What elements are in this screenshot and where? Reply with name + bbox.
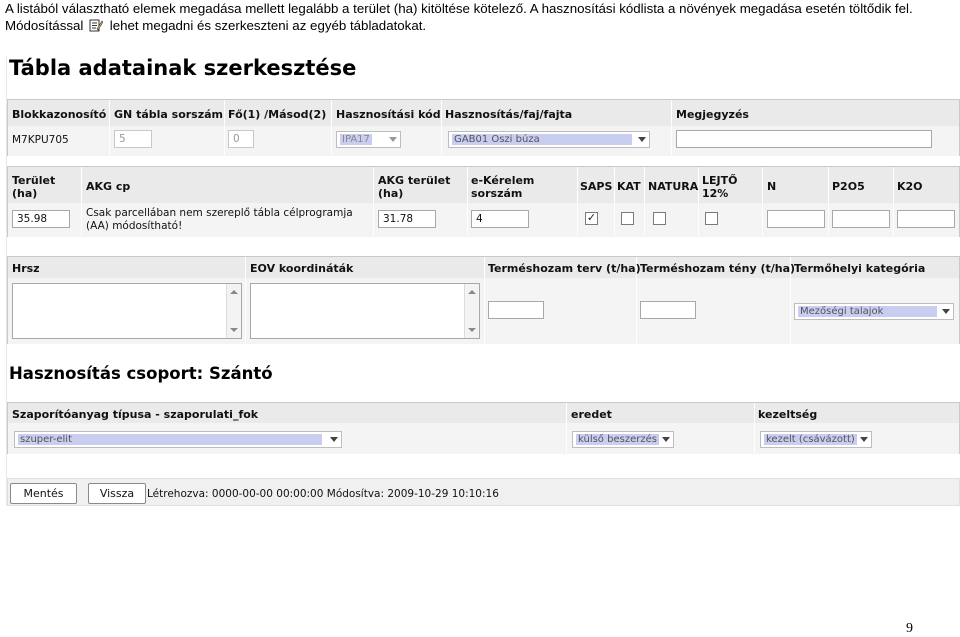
- row-propagation-data: Szaporítóanyag típusa - szaporulati_fok …: [7, 402, 960, 454]
- chevron-down-icon: [389, 137, 397, 142]
- p2o5-field[interactable]: [832, 210, 890, 228]
- chevron-down-icon: [860, 437, 868, 442]
- label-origin: eredet: [571, 408, 612, 421]
- scrollbar[interactable]: [226, 284, 241, 338]
- chevron-down-icon: [638, 137, 646, 142]
- n-field[interactable]: [767, 210, 825, 228]
- akg-cp-note: Csak parcellában nem szereplő tábla célp…: [86, 207, 353, 232]
- propagation-select[interactable]: szuper-elit: [14, 431, 342, 448]
- origin-selected: külső beszerzés: [576, 434, 659, 445]
- label-main-sub: Fő(1) /Másod(2): [228, 108, 327, 121]
- row-basic-data: Blokkazonosító GN tábla sorszám Fő(1) /M…: [7, 99, 960, 156]
- label-ekerelem: e-Kérelem sorszám: [471, 174, 535, 200]
- back-button[interactable]: Vissza: [88, 483, 146, 504]
- origin-select[interactable]: külső beszerzés: [572, 431, 674, 448]
- scroll-up-icon: [230, 290, 238, 294]
- row-area-data: Terület (ha) AKG cp AKG terület (ha) e-K…: [7, 166, 960, 237]
- label-natura: NATURA: [648, 180, 699, 193]
- area-field[interactable]: [12, 210, 70, 228]
- label-treatment: kezeltség: [758, 408, 818, 421]
- site-category-select[interactable]: Mezőségi talajok: [794, 303, 954, 320]
- block-id-value: M7KPU705: [12, 134, 69, 146]
- label-kat: KAT: [617, 180, 641, 193]
- label-area: Terület (ha): [12, 174, 56, 200]
- chevron-down-icon: [330, 437, 338, 442]
- hrsz-textarea[interactable]: [12, 283, 242, 339]
- scroll-up-icon: [468, 290, 476, 294]
- group-title: Hasznosítás csoport: Szántó: [9, 364, 273, 383]
- label-hrsz: Hrsz: [12, 262, 40, 275]
- edit-pencil-icon: [89, 19, 104, 32]
- site-category-selected: Mezőségi talajok: [798, 306, 937, 317]
- label-site-category: Termőhelyi kategória: [794, 262, 926, 275]
- propagation-selected: szuper-elit: [18, 434, 322, 445]
- scroll-down-icon: [468, 328, 476, 332]
- timestamp-info: Létrehozva: 0000-00-00 00:00:00 Módosítv…: [147, 488, 499, 500]
- label-eov: EOV koordináták: [250, 262, 354, 275]
- label-saps: SAPS: [580, 180, 613, 193]
- natura-checkbox[interactable]: [653, 212, 666, 225]
- label-gn-table: GN tábla sorszám: [114, 108, 224, 121]
- label-k2o: K2O: [897, 180, 923, 193]
- note-field[interactable]: [676, 130, 932, 148]
- chevron-down-icon: [662, 437, 670, 442]
- k2o-field[interactable]: [897, 210, 955, 228]
- intro-text-part2: lehet megadni és szerkeszteni az egyéb t…: [109, 18, 427, 33]
- label-yield-plan: Terméshozam terv (t/ha): [488, 262, 641, 275]
- page-number: 9: [906, 621, 913, 636]
- intro-paragraph: A listából választható elemek megadása m…: [5, 0, 955, 34]
- usage-species-select[interactable]: GAB01 Őszi búza: [448, 131, 650, 148]
- gn-table-field[interactable]: [114, 130, 152, 148]
- yield-plan-field[interactable]: [488, 301, 544, 319]
- kat-checkbox[interactable]: [621, 212, 634, 225]
- label-usage-species: Hasznosítás/faj/fajta: [445, 108, 573, 121]
- label-note: Megjegyzés: [676, 108, 749, 121]
- treatment-select[interactable]: kezelt (csávázott): [760, 431, 872, 448]
- scrollbar[interactable]: [464, 284, 479, 338]
- usage-code-select[interactable]: IPA17: [336, 131, 401, 148]
- page-title: Tábla adatainak szerkesztése: [9, 56, 357, 80]
- label-propagation: Szaporítóanyag típusa - szaporulati_fok: [12, 408, 259, 421]
- yield-actual-field[interactable]: [640, 301, 696, 319]
- akg-area-field[interactable]: [378, 210, 436, 228]
- label-akg-area: AKG terület (ha): [378, 174, 451, 200]
- eov-textarea[interactable]: [250, 283, 480, 339]
- lejto-checkbox[interactable]: [705, 212, 718, 225]
- usage-code-selected: IPA17: [340, 134, 372, 145]
- save-button[interactable]: Mentés: [10, 483, 77, 504]
- scroll-down-icon: [230, 328, 238, 332]
- label-usage-code: Hasznosítási kód: [336, 108, 441, 121]
- label-akg-cp: AKG cp: [86, 180, 131, 193]
- treatment-selected: kezelt (csávázott): [764, 434, 857, 445]
- chevron-down-icon: [942, 309, 950, 314]
- edit-form-screenshot: Tábla adatainak szerkesztése Blokkazonos…: [6, 56, 960, 506]
- row-location-data: Hrsz EOV koordináták Terméshozam terv (t…: [7, 256, 960, 344]
- label-block-id: Blokkazonosító: [12, 108, 107, 121]
- main-sub-field[interactable]: [228, 130, 254, 148]
- usage-species-selected: GAB01 Őszi búza: [452, 134, 632, 145]
- saps-checkbox[interactable]: ✓: [585, 212, 598, 225]
- ekerelem-field[interactable]: [471, 210, 529, 228]
- label-lejto: LEJTŐ 12%: [702, 174, 738, 200]
- label-p2o5: P2O5: [832, 180, 865, 193]
- footer-bar: Mentés Vissza Létrehozva: 0000-00-00 00:…: [7, 478, 960, 506]
- label-n: N: [767, 180, 777, 193]
- label-yield-actual: Terméshozam tény (t/ha): [640, 262, 796, 275]
